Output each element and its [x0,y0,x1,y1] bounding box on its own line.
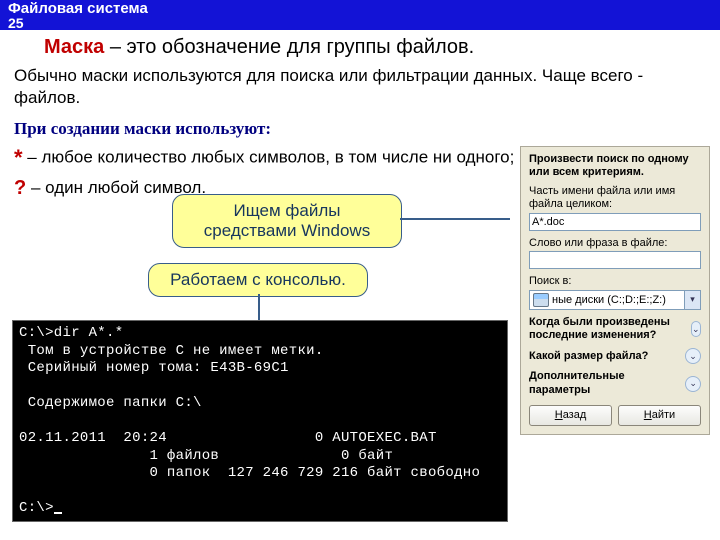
back-button[interactable]: Назад [529,405,612,426]
console-line: 0 папок 127 246 729 216 байт свободно [19,465,480,481]
expander-advanced-label: Дополнительные параметры [529,370,685,396]
slide-title: Маска – это обозначение для группы файло… [44,36,720,59]
lookin-value: ные диски (C:;D:;E:;Z:) [552,294,666,306]
title-keyword: Маска [44,36,104,58]
chevron-down-icon: ⌄ [685,348,701,364]
expander-size[interactable]: Какой размер файла? ⌄ [529,348,701,364]
cursor-icon [54,512,62,514]
rules-heading: При создании маски используют: [14,119,720,139]
console-line: Серийный номер тома: E43B-69C1 [19,360,289,376]
filename-label: Часть имени файла или имя файла целиком: [529,185,701,210]
callout-console-text: Работаем с консолью. [170,270,346,289]
lookin-label: Поиск в: [529,275,701,288]
expander-modified-label: Когда были произведены последние изменен… [529,316,691,342]
console-line: Содержимое папки C:\ [19,395,202,411]
callout-windows-connector [400,218,510,220]
find-button[interactable]: Найти [618,405,701,426]
expander-size-label: Какой размер файла? [529,350,648,363]
callout-windows: Ищем файлы средствами Windows [172,194,402,248]
console-window: C:\>dir A*.* Том в устройстве C не имеет… [12,320,508,522]
callout-console-connector [258,294,260,322]
asterisk-symbol: * [14,145,23,170]
chevron-down-icon: ▾ [684,291,700,309]
expander-advanced[interactable]: Дополнительные параметры ⌄ [529,370,701,396]
console-line: 1 файлов 0 байт [19,448,393,464]
callout-windows-text: Ищем файлы средствами Windows [204,201,370,240]
console-line: Том в устройстве C не имеет метки. [19,343,324,359]
console-line: C:\>dir A*.* [19,325,123,341]
console-prompt: C:\> [19,500,54,516]
phrase-input[interactable] [529,251,701,269]
header-pagenum: 25 [8,16,712,30]
callout-console: Работаем с консолью. [148,263,368,297]
slide-description: Обычно маски используются для поиска или… [14,65,706,109]
title-rest: – это обозначение для группы файлов. [104,36,474,58]
disk-icon [533,293,549,307]
filename-input[interactable] [529,213,701,231]
expander-modified[interactable]: Когда были произведены последние изменен… [529,316,701,342]
question-symbol: ? [14,177,26,199]
chevron-down-icon: ⌄ [685,376,701,392]
search-heading: Произвести поиск по одному или всем крит… [529,153,701,179]
phrase-label: Слово или фраза в файле: [529,237,701,250]
header-title: Файловая система [8,0,148,17]
lookin-combo[interactable]: ные диски (C:;D:;E:;Z:) ▾ [529,290,701,310]
chevron-down-icon: ⌄ [691,321,701,337]
console-line: 02.11.2011 20:24 0 AUTOEXEC.BAT [19,430,437,446]
slide-header: Файловая система 25 [0,0,720,30]
rule-star-text: – любое количество любых символов, в том… [23,148,515,167]
windows-search-panel: Произвести поиск по одному или всем крит… [520,146,710,435]
